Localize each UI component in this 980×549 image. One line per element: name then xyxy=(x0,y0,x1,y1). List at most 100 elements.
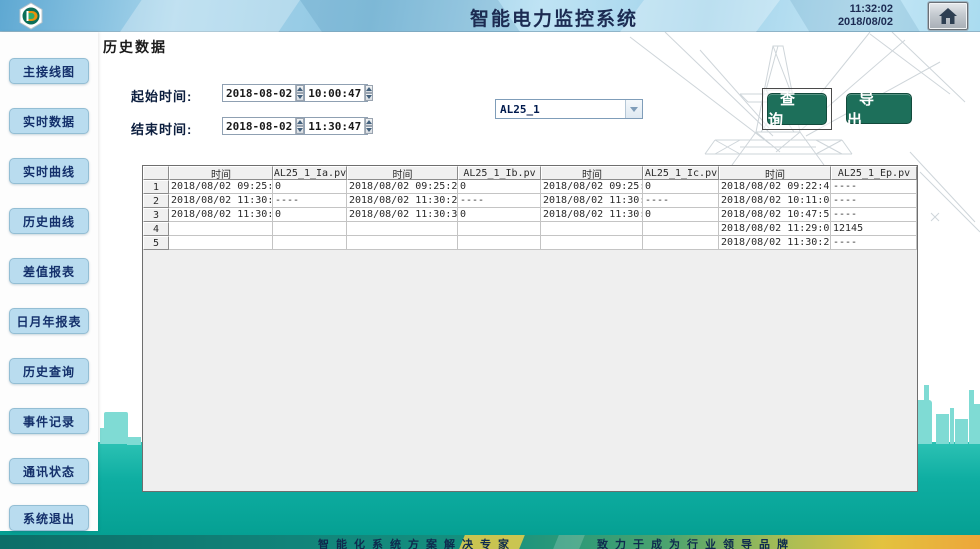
sidebar-item-4[interactable]: 差值报表 xyxy=(9,258,89,284)
table-cell[interactable]: 2018/08/02 11:30:2 xyxy=(541,194,643,208)
table-cell[interactable] xyxy=(458,236,541,250)
chevron-down-icon xyxy=(630,107,638,112)
app-header: 智能电力监控系统 11:32:02 2018/08/02 xyxy=(0,0,980,32)
table-cell[interactable] xyxy=(273,236,347,250)
query-button-focus-frame: 查询 xyxy=(762,88,832,130)
header-pattern xyxy=(620,0,780,32)
table-cell[interactable]: 0 xyxy=(643,180,719,194)
table-cell[interactable]: 2018/08/02 11:30:32 xyxy=(347,208,458,222)
footer-pattern xyxy=(553,535,585,549)
history-table: 时间AL25_1_Ia.pv时间AL25_1_Ib.pv时间AL25_1_Ic.… xyxy=(143,166,917,250)
table-cell[interactable] xyxy=(643,236,719,250)
table-header-cell: 时间 xyxy=(347,166,458,180)
table-cell[interactable]: 2018/08/02 10:11:04 xyxy=(719,194,831,208)
table-cell[interactable]: ---- xyxy=(831,194,917,208)
table-row: 4 2018/08/02 11:29:0112145 xyxy=(143,222,917,236)
device-select[interactable]: AL25_1 xyxy=(495,99,643,119)
table-cell[interactable]: 12145 xyxy=(831,222,917,236)
table-cell[interactable] xyxy=(169,222,273,236)
table-cell[interactable]: 0 xyxy=(273,208,347,222)
table-cell[interactable]: 2018/08/02 09:25:26 xyxy=(347,180,458,194)
table-cell[interactable]: ---- xyxy=(831,236,917,250)
row-number-cell: 5 xyxy=(143,236,169,250)
table-cell[interactable] xyxy=(643,222,719,236)
table-row: 22018/08/02 11:30:2----2018/08/02 11:30:… xyxy=(143,194,917,208)
sidebar-item-7[interactable]: 事件记录 xyxy=(9,408,89,434)
table-header-cell: 时间 xyxy=(541,166,643,180)
table-cell[interactable]: 2018/08/02 11:29:01 xyxy=(719,222,831,236)
end-time-spinner[interactable] xyxy=(364,118,373,134)
export-button[interactable]: 导出 xyxy=(846,93,912,124)
sidebar: 主接线图实时数据实时曲线历史曲线差值报表日月年报表历史查询事件记录通讯状态系统退… xyxy=(0,32,98,531)
table-header-cell: AL25_1_Ep.pv xyxy=(831,166,917,180)
sidebar-item-3[interactable]: 历史曲线 xyxy=(9,208,89,234)
sidebar-item-0[interactable]: 主接线图 xyxy=(9,58,89,84)
brand-logo xyxy=(16,2,46,30)
footer-slogan-left: 智能化系统方案解决专家 xyxy=(318,536,516,549)
table-header-cell: AL25_1_Ib.pv xyxy=(458,166,541,180)
table-cell[interactable]: 2018/08/02 11:30:2 xyxy=(169,194,273,208)
table-cell[interactable] xyxy=(458,222,541,236)
table-cell[interactable] xyxy=(541,222,643,236)
table-cell[interactable]: ---- xyxy=(273,194,347,208)
sidebar-item-2[interactable]: 实时曲线 xyxy=(9,158,89,184)
clock-date: 2018/08/02 xyxy=(838,16,893,29)
row-number-cell: 1 xyxy=(143,180,169,194)
table-cell[interactable]: ---- xyxy=(643,194,719,208)
start-date-spinner[interactable] xyxy=(295,85,304,101)
table-cell[interactable]: 2018/08/02 10:47:57 xyxy=(719,208,831,222)
table-row: 5 2018/08/02 11:30:26---- xyxy=(143,236,917,250)
start-date-value[interactable]: 2018-08-02 xyxy=(223,85,295,101)
end-date-value[interactable]: 2018-08-02 xyxy=(223,118,295,134)
home-button[interactable] xyxy=(928,2,968,30)
table-cell[interactable]: 0 xyxy=(643,208,719,222)
end-date-spinner[interactable] xyxy=(295,118,304,134)
table-cell[interactable]: 2018/08/02 11:30:3 xyxy=(169,208,273,222)
row-number-cell: 4 xyxy=(143,222,169,236)
page-title: 历史数据 xyxy=(103,37,167,57)
table-cell[interactable] xyxy=(273,222,347,236)
history-table-panel: 时间AL25_1_Ia.pv时间AL25_1_Ib.pv时间AL25_1_Ic.… xyxy=(142,165,918,492)
device-select-value: AL25_1 xyxy=(496,103,625,116)
skyline-building xyxy=(936,414,949,444)
sidebar-item-6[interactable]: 历史查询 xyxy=(9,358,89,384)
footer-slogan-right: 致力于成为行业领导品牌 xyxy=(597,536,795,549)
table-cell[interactable] xyxy=(541,236,643,250)
table-cell[interactable]: 0 xyxy=(458,180,541,194)
sidebar-item-5[interactable]: 日月年报表 xyxy=(9,308,89,334)
table-row: 12018/08/02 09:25:202018/08/02 09:25:260… xyxy=(143,180,917,194)
row-number-cell: 3 xyxy=(143,208,169,222)
sidebar-item-8[interactable]: 通讯状态 xyxy=(9,458,89,484)
table-cell[interactable]: ---- xyxy=(458,194,541,208)
table-header-cell: 时间 xyxy=(719,166,831,180)
table-cell[interactable] xyxy=(169,236,273,250)
start-time-spinner[interactable] xyxy=(364,85,373,101)
table-cell[interactable]: 2018/08/02 09:25:2 xyxy=(169,180,273,194)
table-cell[interactable]: 2018/08/02 09:22:48 xyxy=(719,180,831,194)
start-time-value[interactable]: 10:00:47 xyxy=(304,85,364,101)
table-cell[interactable] xyxy=(347,236,458,250)
start-datetime-picker[interactable]: 2018-08-02 10:00:47 xyxy=(222,84,368,102)
query-button[interactable]: 查询 xyxy=(767,93,827,125)
table-cell[interactable]: 2018/08/02 11:30:3 xyxy=(541,208,643,222)
table-cell[interactable]: ---- xyxy=(831,208,917,222)
table-cell[interactable]: ---- xyxy=(831,180,917,194)
end-time-value[interactable]: 11:30:47 xyxy=(304,118,364,134)
sidebar-item-1[interactable]: 实时数据 xyxy=(9,108,89,134)
table-header-cell: AL25_1_Ia.pv xyxy=(273,166,347,180)
table-cell[interactable] xyxy=(347,222,458,236)
table-cell[interactable]: 0 xyxy=(273,180,347,194)
table-cell[interactable]: 2018/08/02 11:30:26 xyxy=(719,236,831,250)
table-cell[interactable]: 2018/08/02 09:25:2 xyxy=(541,180,643,194)
dropdown-button[interactable] xyxy=(625,100,642,118)
app-title: 智能电力监控系统 xyxy=(470,4,638,31)
clock-time: 11:32:02 xyxy=(838,3,893,16)
end-time-label: 结束时间: xyxy=(131,119,192,138)
sidebar-item-9[interactable]: 系统退出 xyxy=(9,505,89,531)
skyline-building xyxy=(924,385,929,444)
header-pattern xyxy=(120,0,300,32)
end-datetime-picker[interactable]: 2018-08-02 11:30:47 xyxy=(222,117,368,135)
table-cell[interactable]: 2018/08/02 11:30:26 xyxy=(347,194,458,208)
corner-header-cell xyxy=(143,166,169,180)
table-cell[interactable]: 0 xyxy=(458,208,541,222)
